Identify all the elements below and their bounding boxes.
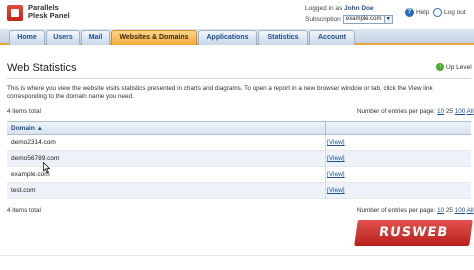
login-info: Logged in as John Doe (305, 5, 374, 12)
subscription-value: example.com (345, 16, 382, 22)
entries-per-page-bottom: Number of entries per page: 10 25 100 Al… (357, 207, 474, 214)
domain-name: test.com (11, 187, 36, 194)
table-row: test.com [View] (7, 183, 471, 199)
view-link[interactable]: [View] (327, 139, 345, 146)
logged-in-label: Logged in as (305, 5, 343, 12)
view-link[interactable]: [View] (327, 155, 345, 162)
brand-line-2: Plesk Panel (28, 11, 70, 20)
items-total-top: 4 items total (7, 108, 41, 115)
page-description: This is where you view the website visit… (7, 85, 433, 100)
column-domain-label: Domain (11, 125, 35, 132)
watermark-logo: RUSWEB (354, 220, 473, 246)
brand-name: Parallels Plesk Panel (28, 4, 70, 20)
page-title: Web Statistics (7, 62, 77, 74)
plesk-logo-icon (7, 5, 23, 21)
header: Parallels Plesk Panel Logged in as John … (0, 0, 474, 29)
up-level-label: Up Level (446, 63, 472, 71)
help-link[interactable]: ? Help (405, 8, 429, 17)
page-size-25[interactable]: 25 (446, 108, 453, 115)
up-arrow-icon: ↑ (436, 63, 444, 71)
view-link[interactable]: [View] (327, 171, 345, 178)
subscription-label: Subscription (305, 16, 341, 23)
column-header-domain[interactable]: Domain ▲ (11, 125, 43, 132)
domain-name: demo56789.com (11, 155, 60, 162)
table-header: Domain ▲ (7, 122, 471, 135)
page-size-100[interactable]: 100 (455, 207, 466, 214)
table-row: example.com [View] (7, 167, 471, 183)
tab-applications[interactable]: Applications (198, 30, 257, 45)
tab-mail[interactable]: Mail (81, 30, 110, 45)
entries-label: Number of entries per page: (357, 108, 436, 115)
subscription-select[interactable]: example.com ▼ (342, 15, 393, 24)
column-separator (325, 122, 326, 135)
tab-statistics[interactable]: Statistics (258, 30, 308, 45)
chevron-down-icon: ▼ (383, 16, 392, 23)
domains-table: Domain ▲ demo2314.com [View] demo56789.c… (7, 121, 471, 199)
entries-label: Number of entries per page: (357, 207, 436, 214)
column-separator (325, 151, 326, 167)
help-icon: ? (405, 8, 414, 17)
table-row: demo56789.com [View] (7, 151, 471, 167)
subscription-row: Subscription example.com ▼ (305, 15, 393, 24)
tab-users[interactable]: Users (46, 30, 80, 45)
column-separator (325, 135, 326, 151)
logout-label: Log out (444, 9, 466, 16)
view-link[interactable]: [View] (327, 187, 345, 194)
page-size-10[interactable]: 10 (437, 108, 444, 115)
tab-websites-domains[interactable]: Websites & Domains (111, 30, 197, 45)
sort-ascending-icon: ▲ (36, 125, 44, 132)
tab-account[interactable]: Account (309, 30, 355, 45)
page-size-25[interactable]: 25 (446, 207, 453, 214)
user-name-link[interactable]: John Doe (344, 5, 374, 12)
mouse-cursor-icon (43, 162, 50, 173)
up-level-link[interactable]: ↑ Up Level (436, 63, 472, 71)
items-total-bottom: 4 items total (7, 207, 41, 214)
help-label: Help (416, 9, 430, 16)
domain-name: demo2314.com (11, 139, 56, 146)
logout-link[interactable]: Log out (433, 8, 466, 17)
footer-divider (0, 255, 474, 256)
power-icon (433, 8, 442, 17)
tab-home[interactable]: Home (9, 30, 45, 45)
main-tab-bar: Home Users Mail Websites & Domains Appli… (0, 29, 474, 45)
entries-per-page-top: Number of entries per page: 10 25 100 Al… (357, 108, 474, 115)
page-size-all[interactable]: All (467, 207, 474, 214)
column-separator (325, 183, 326, 199)
page-size-100[interactable]: 100 (455, 108, 466, 115)
page-size-10[interactable]: 10 (437, 207, 444, 214)
table-row: demo2314.com [View] (7, 135, 471, 151)
title-divider (7, 78, 471, 79)
page-size-all[interactable]: All (467, 108, 474, 115)
column-separator (325, 167, 326, 183)
